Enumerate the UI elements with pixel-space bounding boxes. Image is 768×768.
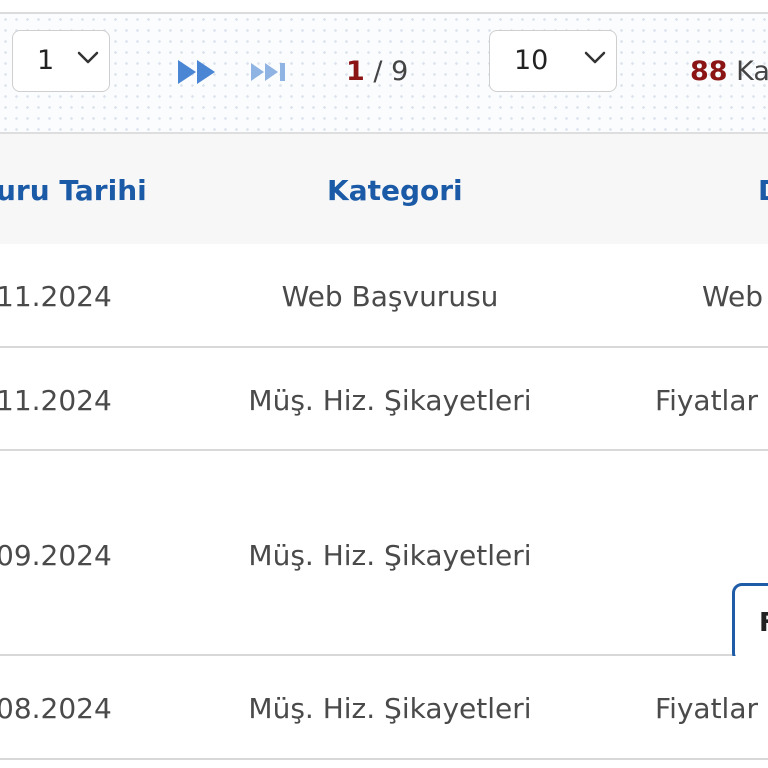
table-header: uru Tarihi Kategori D [0, 134, 768, 244]
record-count-label: Ka [736, 56, 768, 87]
total-pages: 9 [391, 56, 409, 87]
row-category: Müş. Hiz. Şikayetleri [248, 539, 532, 572]
page-size-select[interactable]: 10 [489, 30, 617, 92]
row-date: 08.2024 [0, 692, 112, 725]
row-description: Web [702, 280, 764, 313]
record-count: 88 Ka [690, 56, 768, 87]
chevron-down-icon [584, 51, 606, 64]
top-border [0, 0, 768, 14]
row-date: 11.2024 [0, 280, 112, 313]
page-separator: / [364, 56, 392, 87]
current-page: 1 [346, 56, 365, 87]
table-row[interactable]: 11.2024 Web Başvurusu Web [0, 244, 768, 348]
header-date[interactable]: uru Tarihi [0, 174, 147, 207]
chevron-down-icon [77, 51, 99, 64]
row-action-button[interactable]: F [732, 583, 768, 663]
page-size-value: 10 [514, 45, 549, 76]
last-page-icon[interactable] [249, 58, 293, 86]
record-count-number: 88 [690, 56, 728, 87]
row-category: Müş. Hiz. Şikayetleri [248, 384, 532, 417]
page-number-value: 1 [37, 45, 55, 76]
fast-forward-icon[interactable] [176, 58, 220, 86]
row-action-label: F [759, 608, 768, 638]
header-description[interactable]: D [758, 174, 768, 207]
table-row[interactable]: 08.2024 Müş. Hiz. Şikayetleri Fiyatlar [0, 656, 768, 760]
page-number-select[interactable]: 1 [12, 30, 110, 92]
row-description: Fiyatlar [655, 692, 759, 725]
row-description: Fiyatlar [655, 384, 759, 417]
table-row[interactable]: 09.2024 Müş. Hiz. Şikayetleri F [0, 451, 768, 663]
row-date: 11.2024 [0, 384, 112, 417]
header-category[interactable]: Kategori [327, 174, 463, 207]
row-category: Müş. Hiz. Şikayetleri [248, 692, 532, 725]
row-category: Web Başvurusu [281, 280, 499, 313]
row-date: 09.2024 [0, 539, 112, 572]
table-row[interactable]: 11.2024 Müş. Hiz. Şikayetleri Fiyatlar [0, 348, 768, 451]
page-indicator: 1 / 9 [346, 56, 408, 87]
